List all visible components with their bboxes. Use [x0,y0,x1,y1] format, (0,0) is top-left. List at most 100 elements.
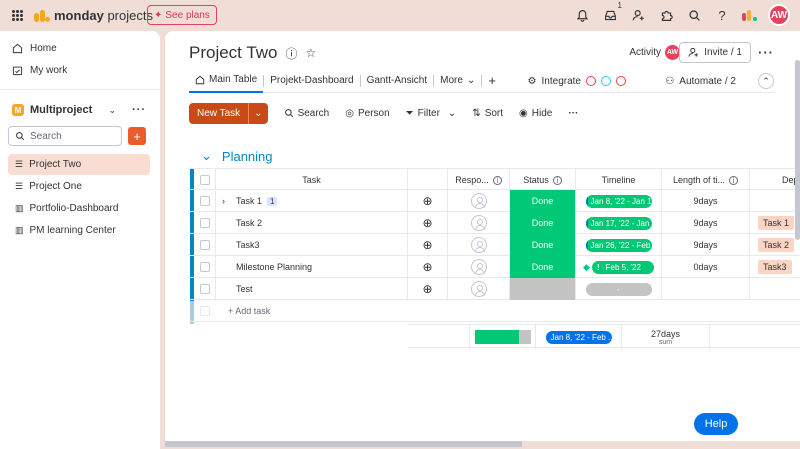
table-row[interactable]: Milestone Planning ⊕ Done ◆ ! Feb 5, '22 … [190,256,800,278]
integrations-puzzle-icon[interactable] [652,4,680,26]
tab-more[interactable]: More ⌄ [434,69,481,93]
depending-cell[interactable]: Task3 [750,256,800,278]
new-task-button[interactable]: New Task ⌄ [189,102,268,124]
task-name[interactable]: Task 1 [236,196,262,206]
invite-members-icon[interactable] [624,4,652,26]
person-cell[interactable] [448,212,510,234]
add-view-button[interactable]: + [482,69,502,93]
bell-icon[interactable] [568,4,596,26]
status-cell[interactable]: Done [510,190,576,212]
search-button[interactable]: Search [284,108,329,119]
workspace-selector[interactable]: M Multiproject ⌄ ··· [0,98,160,122]
sidebar-item-pm-learning-center[interactable]: ▥ PM learning Center [8,220,150,241]
task-cell[interactable]: Test [216,278,408,300]
task-name[interactable]: Milestone Planning [236,262,312,272]
col-task-header[interactable]: Task [216,169,408,191]
task-name[interactable]: Task3 [236,240,260,250]
status-cell[interactable]: Done [510,234,576,256]
person-cell[interactable] [448,190,510,212]
add-board-button[interactable]: + [128,127,146,145]
depending-cell[interactable] [750,278,800,300]
col-resp-header[interactable]: Respo... i [448,169,510,191]
add-task-input[interactable]: + Add task [228,300,528,322]
apps-grid-icon[interactable] [12,10,23,21]
depending-cell[interactable]: Task 2 [750,234,800,256]
dependency-tag[interactable]: Task 1 [758,216,795,230]
add-update-icon[interactable]: ⊕ [422,194,432,208]
task-cell[interactable]: Task 2 [216,212,408,234]
col-status-header[interactable]: Status i [510,169,576,191]
task-cell[interactable]: Task3 [216,234,408,256]
task-name[interactable]: Test [236,284,253,294]
row-checkbox[interactable] [199,196,210,206]
board-more-icon[interactable]: ··· [758,45,774,60]
task-cell[interactable]: Milestone Planning [216,256,408,278]
table-row[interactable]: Test ⊕ - [190,278,800,300]
info-icon[interactable]: i [492,175,502,185]
collapse-header-icon[interactable]: ⌃ [758,73,774,89]
sidebar-item-portfolio-dashboard[interactable]: ▥ Portfolio-Dashboard [8,198,150,219]
task-name[interactable]: Task 2 [236,218,262,228]
person-filter-button[interactable]: ◎ Person [345,108,389,119]
col-depending-header[interactable]: Depending on [750,169,800,191]
person-cell[interactable] [448,278,510,300]
group-header[interactable]: ⌄ Planning [201,148,273,164]
activity-button[interactable]: Activity AW [629,45,680,60]
row-checkbox[interactable] [199,284,210,294]
add-task-row[interactable]: + Add task [190,300,800,322]
timeline-cell[interactable]: Jan 26, '22 - Feb 3 [576,234,662,256]
tab-main-table[interactable]: Main Table [189,69,264,93]
monday-logo[interactable]: monday projects [34,8,153,23]
subitems-count[interactable]: 1 [267,196,278,206]
dependency-tag[interactable]: Task3 [758,260,792,274]
row-checkbox[interactable] [199,262,210,272]
star-icon[interactable]: ☆ [306,46,317,60]
person-cell[interactable] [448,256,510,278]
vertical-scrollbar[interactable] [795,60,800,240]
toolbar-more-icon[interactable]: ··· [568,108,578,119]
timeline-cell[interactable]: - [576,278,662,300]
sidebar-item-home[interactable]: Home [0,37,160,59]
dependency-tag[interactable]: Task 2 [758,238,795,252]
depending-cell[interactable]: Task 1 [750,212,800,234]
timeline-cell[interactable]: ◆ ! Feb 5, '22 [576,256,662,278]
help-question-icon[interactable]: ? [708,4,736,26]
add-update-icon[interactable]: ⊕ [422,260,432,274]
integrate-button[interactable]: ⚙ Integrate [528,69,626,93]
person-cell[interactable] [448,234,510,256]
col-length-header[interactable]: Length of ti... i [662,169,750,191]
table-row[interactable]: Task3 ⊕ Done Jan 26, '22 - Feb 3 9days T… [190,234,800,256]
summary-status-cell[interactable] [470,325,536,349]
sidebar-search-input[interactable]: Search [8,126,122,146]
sidebar-item-project-two[interactable]: ☰ Project Two [8,154,150,175]
sort-button[interactable]: ⇅ Sort [472,108,503,119]
chevron-down-icon[interactable]: ⌄ [248,102,267,124]
page-title[interactable]: Project Two [189,43,278,63]
automate-button[interactable]: ⚇ Automate / 2 [665,69,736,93]
group-title[interactable]: Planning [222,149,273,164]
search-icon[interactable] [680,4,708,26]
conversation-cell[interactable]: ⊕ [408,190,448,212]
more-dots-icon[interactable]: ··· [132,104,146,116]
sidebar-item-project-one[interactable]: ☰ Project One [8,176,150,197]
conversation-cell[interactable]: ⊕ [408,278,448,300]
add-update-icon[interactable]: ⊕ [422,238,432,252]
user-avatar[interactable]: AW [768,4,790,26]
select-all-checkbox[interactable] [199,175,210,185]
hide-button[interactable]: ◉ Hide [519,108,552,119]
conversation-cell[interactable]: ⊕ [408,212,448,234]
sidebar-item-my-work[interactable]: My work [0,59,160,81]
monday-apps-icon[interactable] [736,4,764,26]
chevron-down-icon[interactable]: ⌄ [108,105,116,116]
col-timeline-header[interactable]: Timeline [576,169,662,191]
table-row[interactable]: Task 2 ⊕ Done Jan 17, '22 - Jan 25 9days… [190,212,800,234]
add-update-icon[interactable]: ⊕ [422,282,432,296]
status-cell[interactable]: Done [510,256,576,278]
timeline-cell[interactable]: Jan 17, '22 - Jan 25 [576,212,662,234]
depending-cell[interactable] [750,190,800,212]
chevron-down-icon[interactable]: ⌄ [201,148,212,164]
table-row[interactable]: › Task 1 1 ⊕ Done Jan 8, '22 - Jan 16, 9… [190,190,800,212]
conversation-cell[interactable]: ⊕ [408,234,448,256]
inbox-icon[interactable]: 1 [596,1,624,26]
status-cell[interactable]: Done [510,212,576,234]
